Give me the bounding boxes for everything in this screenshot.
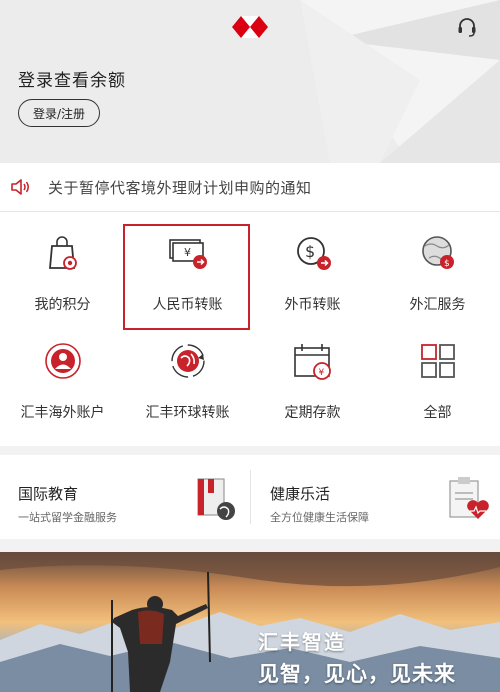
service-my-points[interactable]: 我的积分 (0, 212, 125, 322)
banner-title: 汇丰智造 (258, 630, 346, 654)
education-book-icon (197, 478, 235, 520)
service-label: 定期存款 (284, 405, 341, 421)
service-all[interactable]: 全部 (375, 320, 500, 430)
service-label: 全部 (423, 405, 452, 421)
headset-icon[interactable] (455, 15, 479, 39)
service-label: 汇丰海外账户 (20, 405, 105, 421)
overseas-account-icon (45, 343, 81, 379)
card-subtitle: 全方位健康生活保障 (270, 511, 369, 524)
svg-text:$: $ (444, 259, 450, 269)
health-clipboard-icon (449, 477, 489, 519)
notice-text: 关于暂停代客境外理财计划申购的通知 (48, 179, 312, 197)
svg-text:¥: ¥ (319, 368, 325, 378)
svg-text:$: $ (305, 242, 315, 261)
grid-all-icon (421, 344, 455, 378)
card-title: 国际教育 (18, 485, 79, 503)
service-label: 外币转账 (284, 297, 341, 313)
global-transfer-icon (171, 344, 205, 378)
service-label: 我的积分 (34, 297, 91, 313)
highlight-box (123, 224, 250, 330)
card-subtitle: 一站式留学金融服务 (18, 511, 117, 524)
service-global-transfer[interactable]: 汇丰环球转账 (125, 320, 250, 430)
login-register-button[interactable]: 登录/注册 (18, 99, 100, 127)
service-overseas-account[interactable]: 汇丰海外账户 (0, 320, 125, 430)
notice-bar[interactable]: 关于暂停代客境外理财计划申购的通知 (0, 163, 500, 212)
banner-subtitle: 见智，见心，见未来 (258, 662, 456, 686)
services-grid: 我的积分 ¥ 人民币转账 $ 外币转账 $ 外汇服务 汇丰海外账户 汇丰环球转账… (0, 212, 500, 446)
hsbc-logo-icon (232, 16, 268, 38)
service-time-deposit[interactable]: ¥ 定期存款 (250, 320, 375, 430)
card-education[interactable]: 国际教育 一站式留学金融服务 (18, 455, 250, 539)
service-fx[interactable]: $ 外汇服务 (375, 212, 500, 322)
card-title: 健康乐活 (270, 485, 331, 503)
card-health[interactable]: 健康乐活 全方位健康生活保障 (270, 455, 500, 539)
service-label: 外汇服务 (409, 297, 466, 313)
service-label: 汇丰环球转账 (145, 405, 230, 421)
time-deposit-icon: ¥ (294, 344, 331, 380)
foreign-transfer-icon: $ (297, 237, 331, 270)
speaker-icon (11, 179, 29, 195)
login-prompt: 登录查看余额 (18, 71, 126, 91)
fx-globe-icon: $ (422, 236, 454, 269)
points-bag-icon (49, 236, 77, 270)
service-foreign-transfer[interactable]: $ 外币转账 (250, 212, 375, 322)
card-divider (250, 470, 251, 524)
